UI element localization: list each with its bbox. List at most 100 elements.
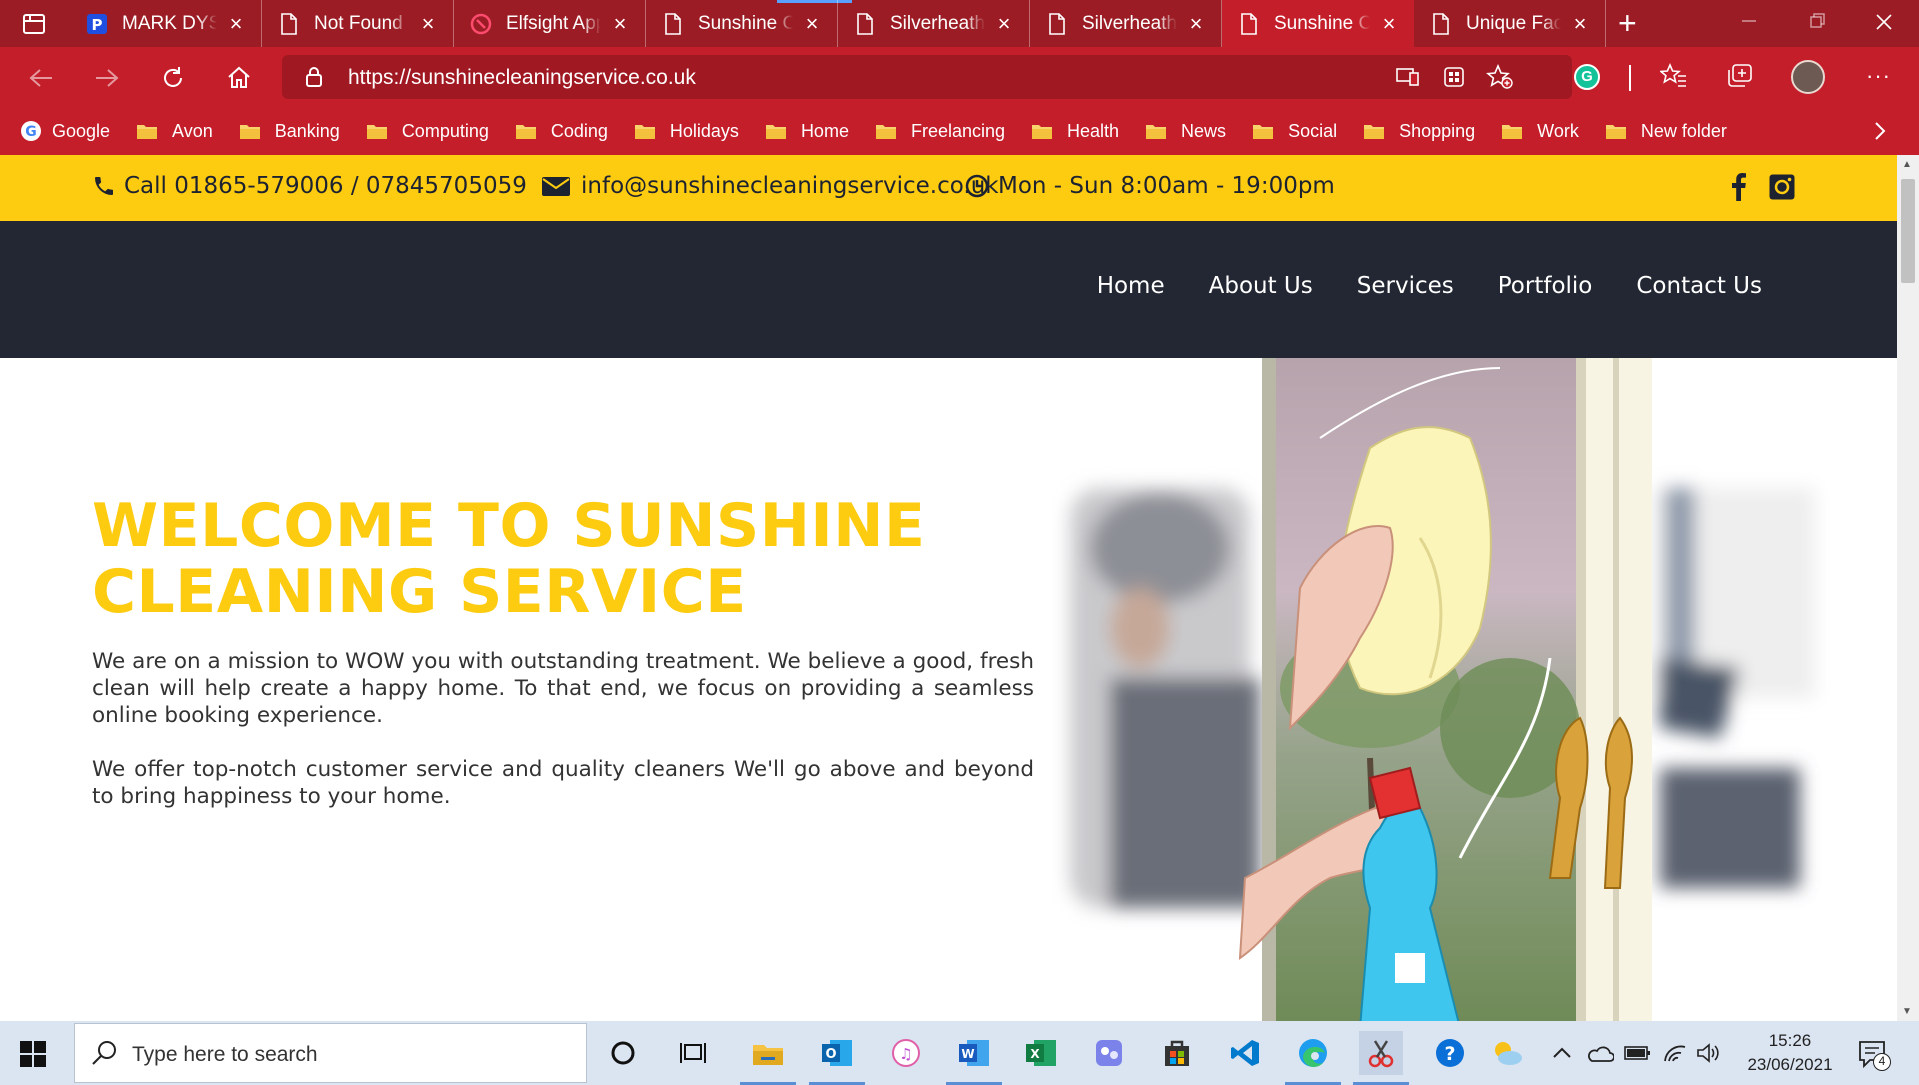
browser-tab[interactable]: Elfsight Apps ×: [454, 0, 646, 47]
p-brand-icon: P: [86, 13, 108, 35]
app-available-icon[interactable]: [1396, 67, 1420, 92]
volume-icon[interactable]: [1696, 1042, 1722, 1069]
bookmark-item[interactable]: Shopping: [1363, 121, 1475, 142]
bookmark-item[interactable]: Coding: [515, 121, 608, 142]
weather-icon[interactable]: [1485, 1031, 1529, 1075]
cortana-icon[interactable]: [601, 1031, 645, 1075]
tab-close-icon[interactable]: ×: [225, 12, 247, 35]
email-contact[interactable]: info@sunshinecleaningservice.co.uk: [541, 173, 999, 199]
refresh-button[interactable]: [154, 59, 192, 97]
address-field[interactable]: https://sunshinecleaningservice.co.uk: [282, 55, 1572, 99]
teams-icon[interactable]: [1087, 1031, 1131, 1075]
chevron-right-icon[interactable]: [1872, 119, 1888, 148]
home-button[interactable]: [220, 59, 258, 97]
browser-tab[interactable]: Not Found ×: [262, 0, 454, 47]
tab-close-icon[interactable]: ×: [1185, 12, 1207, 35]
bookmark-item[interactable]: G Google: [20, 120, 110, 142]
facebook-icon[interactable]: [1729, 171, 1747, 205]
tab-close-icon[interactable]: ×: [1378, 12, 1400, 35]
bookmark-label: Home: [800, 120, 849, 141]
tab-close-icon[interactable]: ×: [993, 12, 1015, 35]
nav-link-home[interactable]: Home: [1097, 273, 1165, 299]
page-icon: [1430, 12, 1452, 35]
outlook-icon[interactable]: O: [809, 1031, 865, 1085]
toolbar-divider: [1629, 65, 1631, 91]
back-button[interactable]: [22, 59, 60, 97]
lock-icon[interactable]: [304, 66, 324, 93]
excel-icon[interactable]: X: [1019, 1031, 1063, 1075]
nav-link-services[interactable]: Services: [1357, 273, 1454, 299]
minimize-button[interactable]: [1738, 10, 1760, 32]
bookmark-item[interactable]: Computing: [366, 121, 489, 142]
email-text: info@sunshinecleaningservice.co.uk: [581, 173, 999, 199]
vscode-icon[interactable]: [1223, 1031, 1267, 1075]
edge-icon[interactable]: [1285, 1031, 1341, 1085]
restore-button[interactable]: [1806, 10, 1828, 32]
collections-icon[interactable]: [1726, 63, 1754, 94]
tab-close-icon[interactable]: ×: [417, 12, 439, 35]
forward-button[interactable]: [88, 59, 126, 97]
tab-close-icon[interactable]: ×: [1569, 12, 1591, 35]
bookmark-item[interactable]: Health: [1031, 121, 1119, 142]
contact-topbar: Call 01865-579006 / 07845705059 info@sun…: [0, 155, 1897, 221]
grammarly-icon[interactable]: G: [1574, 64, 1600, 90]
folder-icon: [1605, 123, 1627, 140]
phone-text: Call 01865-579006 / 07845705059: [124, 173, 527, 199]
bookmark-item[interactable]: Holidays: [634, 121, 739, 142]
browser-tab[interactable]: Silverheath ×: [838, 0, 1030, 47]
phone-contact[interactable]: Call 01865-579006 / 07845705059: [92, 173, 527, 199]
scroll-down-arrow-icon[interactable]: ▼: [1902, 1006, 1912, 1017]
taskbar-search-box[interactable]: Type here to search: [74, 1023, 587, 1083]
profile-avatar[interactable]: [1791, 60, 1825, 94]
nav-link-portfolio[interactable]: Portfolio: [1498, 273, 1593, 299]
windows-start-icon[interactable]: [20, 1041, 46, 1072]
more-menu-icon[interactable]: ···: [1866, 63, 1891, 89]
bookmark-item[interactable]: Home: [765, 121, 849, 142]
bookmark-item[interactable]: New folder: [1605, 121, 1727, 142]
new-tab-button[interactable]: +: [1618, 6, 1637, 40]
nav-link-about-us[interactable]: About Us: [1209, 273, 1313, 299]
page-scrollbar[interactable]: ▲ ▼: [1897, 155, 1919, 1021]
bookmark-item[interactable]: News: [1145, 121, 1226, 142]
hero-title-line-1: WELCOME TO SUNSHINE: [92, 491, 926, 561]
nav-link-contact-us[interactable]: Contact Us: [1636, 273, 1762, 299]
url-text[interactable]: https://sunshinecleaningservice.co.uk: [348, 66, 696, 90]
onedrive-icon[interactable]: [1586, 1045, 1615, 1068]
bookmark-item[interactable]: Avon: [136, 121, 213, 142]
instagram-icon[interactable]: [1768, 173, 1796, 205]
favorites-icon[interactable]: [1659, 62, 1688, 94]
main-navigation: Home About Us Services Portfolio Contact Us: [0, 221, 1897, 358]
browser-tab[interactable]: Sunshine Cleaning ×: [1222, 0, 1414, 47]
word-icon[interactable]: W: [946, 1031, 1002, 1085]
itunes-icon[interactable]: ♫: [884, 1031, 928, 1075]
svg-text:W: W: [961, 1047, 974, 1061]
wifi-icon[interactable]: [1662, 1042, 1688, 1069]
bookmark-item[interactable]: Freelancing: [875, 121, 1005, 142]
help-icon[interactable]: ?: [1428, 1031, 1472, 1075]
snipping-tool-icon[interactable]: [1353, 1031, 1409, 1085]
browser-tab[interactable]: Sunshine Cleaning ×: [646, 0, 838, 47]
close-window-button[interactable]: [1872, 10, 1896, 34]
browser-tab[interactable]: Silverheath ×: [1030, 0, 1222, 47]
extensions-icon[interactable]: [1442, 65, 1466, 94]
page-icon: [854, 12, 876, 35]
tray-chevron-up-icon[interactable]: [1552, 1045, 1572, 1064]
tab-close-icon[interactable]: ×: [609, 12, 631, 35]
scroll-up-arrow-icon[interactable]: ▲: [1902, 159, 1912, 170]
browser-toolbar: https://sunshinecleaningservice.co.uk G …: [0, 47, 1919, 107]
battery-icon[interactable]: [1624, 1043, 1652, 1068]
scrollbar-thumb[interactable]: [1901, 179, 1915, 283]
bookmark-label: Health: [1067, 120, 1120, 141]
file-explorer-icon[interactable]: [740, 1031, 796, 1085]
task-view-icon[interactable]: [672, 1031, 716, 1075]
bookmark-item[interactable]: Banking: [239, 121, 340, 142]
bookmark-item[interactable]: Social: [1252, 121, 1337, 142]
browser-tab[interactable]: P MARK DYSON ×: [70, 0, 262, 47]
browser-tab[interactable]: Unique Facilities ×: [1414, 0, 1606, 47]
tab-actions-icon[interactable]: [22, 12, 46, 36]
tab-close-icon[interactable]: ×: [801, 12, 823, 35]
system-clock[interactable]: 15:26 23/06/2021: [1740, 1029, 1840, 1077]
bookmark-item[interactable]: Work: [1501, 121, 1579, 142]
add-favorite-icon[interactable]: [1486, 63, 1514, 95]
microsoft-store-icon[interactable]: [1155, 1031, 1199, 1075]
